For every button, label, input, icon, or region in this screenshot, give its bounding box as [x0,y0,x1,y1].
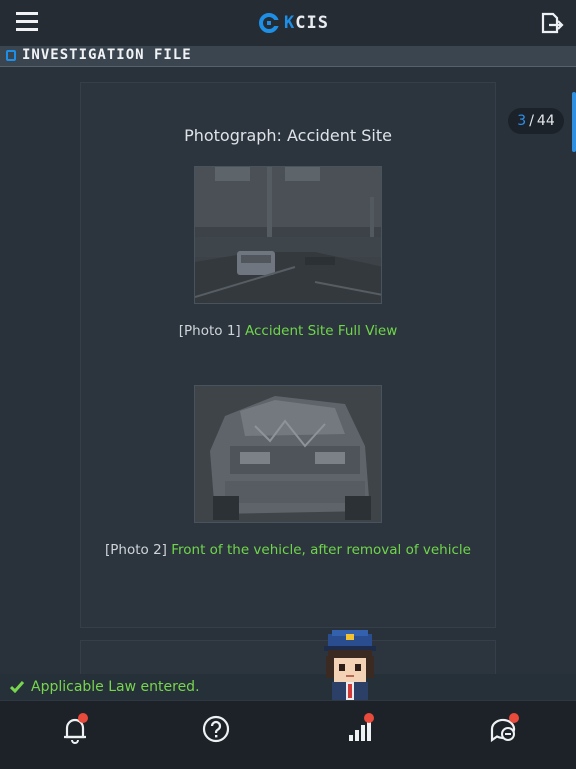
logo-mark-icon [259,13,280,33]
photo-2-label: [Photo 2] [105,542,167,558]
hamburger-menu-icon[interactable] [16,12,38,32]
export-icon[interactable] [540,12,564,34]
section-header: INVESTIGATION FILE [0,46,576,67]
toast-message: Applicable Law entered. [31,679,200,695]
nav-chat-button[interactable] [488,713,522,747]
stats-badge [364,713,374,723]
document-title: Photograph: Accident Site [184,126,392,145]
checkmark-icon [10,681,24,693]
photo-1-description: Accident Site Full View [245,323,398,339]
top-bar: KCIS [0,0,576,46]
nav-notifications-button[interactable] [58,713,92,747]
bottom-navigation [0,700,576,769]
app-logo: KCIS [258,11,329,35]
notification-toast: Applicable Law entered. [0,674,576,702]
file-icon [6,50,16,61]
police-officer-character[interactable] [320,628,380,700]
nav-stats-button[interactable] [344,713,378,747]
vehicle-front-photo[interactable] [194,385,382,523]
photo-2-caption: [Photo 2] Front of the vehicle, after re… [0,542,576,558]
nav-help-button[interactable] [200,713,234,747]
photo-2-description: Front of the vehicle, after removal of v… [171,542,471,558]
section-title: INVESTIGATION FILE [22,47,192,63]
chat-badge [509,713,519,723]
photo-1-label: [Photo 1] [178,323,241,339]
help-icon [202,715,230,743]
photo-1-caption: [Photo 1] Accident Site Full View [0,323,576,339]
notification-badge [78,713,88,723]
logo-text: KCIS [284,13,329,33]
accident-site-photo[interactable] [194,166,382,304]
